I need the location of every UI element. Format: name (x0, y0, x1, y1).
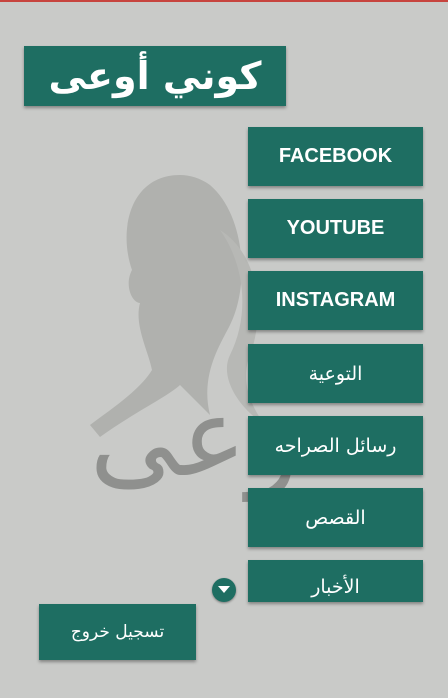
status-accent-line (0, 0, 448, 2)
facebook-button[interactable]: FACEBOOK (248, 127, 423, 186)
news-button[interactable]: الأخبار (248, 560, 423, 602)
logout-button[interactable]: تسجيل خروج (39, 604, 196, 660)
awareness-button[interactable]: التوعية (248, 344, 423, 403)
scroll-down-icon[interactable] (212, 578, 236, 602)
frank-messages-button[interactable]: رسائل الصراحه (248, 416, 423, 475)
youtube-button[interactable]: YOUTUBE (248, 199, 423, 258)
stories-button[interactable]: القصص (248, 488, 423, 547)
app-title: كوني أوعى (24, 46, 286, 106)
instagram-button[interactable]: INSTAGRAM (248, 271, 423, 330)
